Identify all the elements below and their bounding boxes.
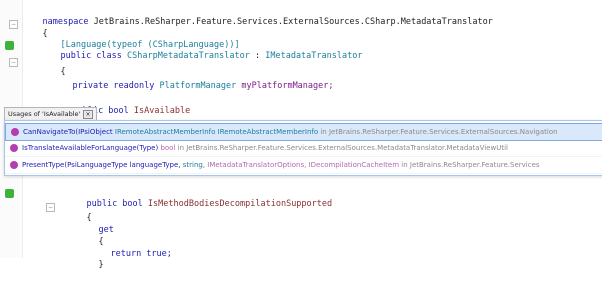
method-icon: [10, 144, 18, 152]
colon: :: [254, 51, 261, 61]
method-icon: [10, 161, 18, 169]
usage-row[interactable]: CanNavigateTo(IPsiObject IRemoteAbstract…: [5, 123, 602, 141]
keyword: namespace: [42, 17, 89, 27]
keyword: public bool: [86, 199, 143, 209]
code-line-brace[interactable]: {: [66, 200, 91, 223]
keyword: public class: [60, 51, 122, 61]
implements-icon[interactable]: [5, 41, 14, 50]
code-line-namespace[interactable]: namespace JetBrains.ReSharper.Feature.Se…: [22, 4, 492, 27]
interface-name: IMetadataTranslator: [265, 51, 363, 61]
code-line-class[interactable]: public class CSharpMetadataTranslator : …: [40, 38, 362, 61]
fold-toggle-icon[interactable]: −: [9, 58, 18, 67]
code-line-property[interactable]: public bool IsAvailable: [52, 93, 190, 116]
usage-row[interactable]: PresentType(PsiLanguageType languageType…: [5, 157, 602, 174]
method-icon: [11, 128, 19, 136]
usage-text: CanNavigateTo(IPsiObject IRemoteAbstract…: [23, 128, 558, 136]
code-line-get[interactable]: get: [78, 212, 113, 235]
code-editor[interactable]: namespace JetBrains.ReSharper.Feature.Se…: [0, 0, 602, 270]
namespace-name: JetBrains.ReSharper.Feature.Services.Ext…: [93, 17, 493, 27]
usages-popup-title: Usages of 'IsAvailable': [8, 110, 81, 118]
code-line-brace[interactable]: {: [78, 224, 103, 247]
code-line-field[interactable]: private readonly PlatformManager myPlatf…: [52, 68, 333, 91]
implements-icon[interactable]: [5, 189, 14, 198]
brace: }: [98, 260, 104, 270]
fold-toggle-icon[interactable]: −: [46, 203, 55, 212]
class-name: CSharpMetadataTranslator: [127, 51, 250, 61]
usages-popup-header: Usages of 'IsAvailable' ×: [4, 107, 97, 121]
field-type: PlatformManager: [159, 81, 237, 91]
usage-text: PresentType(PsiLanguageType languageType…: [22, 161, 540, 169]
close-icon[interactable]: ×: [83, 110, 93, 119]
usage-text: IsTranslateAvailableForLanguage(Type) bo…: [22, 144, 508, 152]
usages-popup[interactable]: CanNavigateTo(IPsiObject IRemoteAbstract…: [4, 120, 602, 176]
property-name: IsAvailable: [133, 106, 191, 116]
code-line-method[interactable]: public bool IsMethodBodiesDecompilationS…: [66, 186, 332, 209]
code-line-class-brace[interactable]: {: [40, 54, 65, 77]
keyword: private readonly: [72, 81, 155, 91]
fold-toggle-icon[interactable]: −: [9, 20, 18, 29]
method-name: IsMethodBodiesDecompilationSupported: [147, 199, 333, 209]
code-line-brace[interactable]: }: [78, 247, 103, 270]
usage-row[interactable]: IsTranslateAvailableForLanguage(Type) bo…: [5, 140, 602, 157]
field-name: myPlatformManager;: [241, 81, 334, 91]
